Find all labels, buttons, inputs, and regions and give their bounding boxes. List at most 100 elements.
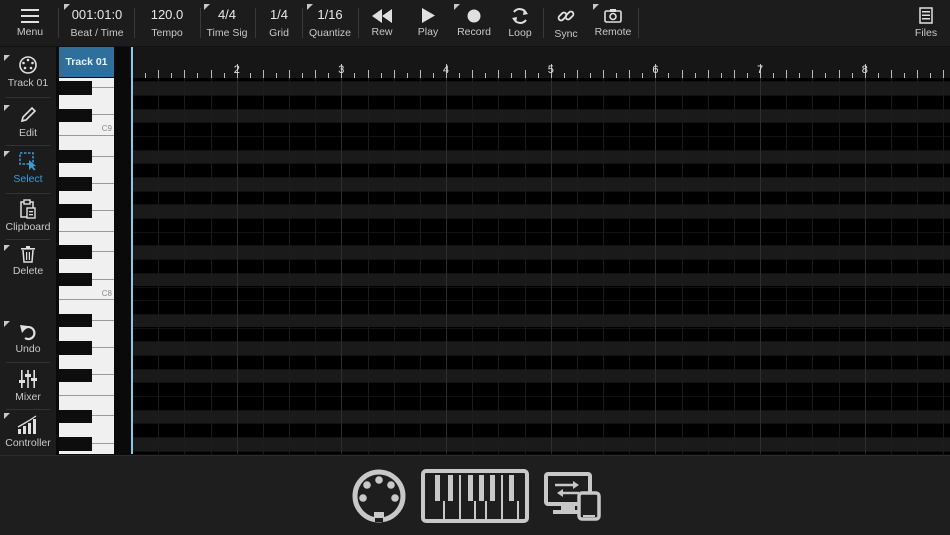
sidebar-item-select[interactable]: Select xyxy=(0,151,56,185)
top-toolbar: Menu 001:01:0 Beat / Time 120.0 Tempo 4/… xyxy=(0,0,950,47)
grid-beat-line xyxy=(315,78,317,454)
grid-row-line xyxy=(132,95,950,96)
black-key[interactable] xyxy=(59,313,92,328)
menu-button[interactable]: Menu xyxy=(4,0,56,46)
playhead[interactable] xyxy=(131,47,133,454)
grid-beat-line xyxy=(446,78,447,454)
remote-label: Remote xyxy=(594,26,632,38)
ruler-tick xyxy=(917,70,918,78)
undo-icon xyxy=(20,325,36,341)
sidebar-item-label: Clipboard xyxy=(5,221,51,233)
sidebar-item-track[interactable]: Track 01 xyxy=(0,55,56,89)
rewind-icon xyxy=(372,8,392,23)
sidebar-item-label: Mixer xyxy=(15,391,41,403)
tempo-display[interactable]: 120.0 Tempo xyxy=(138,0,196,46)
files-label: Files xyxy=(914,27,938,39)
black-key[interactable] xyxy=(59,149,92,164)
black-key[interactable] xyxy=(59,81,92,95)
sidebar-item-edit[interactable]: Edit xyxy=(0,105,56,139)
quantize-display[interactable]: 1/16 Quantize xyxy=(305,0,355,46)
loop-button[interactable]: Loop xyxy=(500,0,540,46)
sync-button[interactable]: Sync xyxy=(546,0,586,46)
device-sync-icon xyxy=(544,471,601,521)
grid-beat-line xyxy=(917,78,918,454)
sidebar-item-delete[interactable]: Delete xyxy=(0,245,56,277)
grid-row-line xyxy=(132,245,950,247)
position-label: Beat / Time xyxy=(70,26,124,39)
grid-row-line xyxy=(132,259,950,261)
camera-icon xyxy=(604,9,622,23)
grid-row-line xyxy=(132,190,950,192)
grid-row xyxy=(132,108,950,123)
grid-beat-line xyxy=(760,78,761,454)
piano-keyboard-button[interactable] xyxy=(420,456,530,535)
ruler-tick xyxy=(184,70,186,78)
grid-row-line xyxy=(132,218,950,220)
black-key[interactable] xyxy=(59,245,92,260)
ruler-tick xyxy=(786,70,788,78)
play-button[interactable]: Play xyxy=(408,0,448,46)
sidebar-item-controller[interactable]: Controller xyxy=(0,413,56,449)
rewind-button[interactable]: Rew xyxy=(362,0,402,46)
black-key[interactable] xyxy=(59,409,92,424)
device-sync-button[interactable] xyxy=(542,456,602,535)
grid-row xyxy=(132,81,950,95)
grid-row xyxy=(132,341,950,355)
grid-row-line xyxy=(132,163,950,165)
black-key[interactable] xyxy=(59,204,92,219)
black-key[interactable] xyxy=(59,437,92,451)
black-key[interactable] xyxy=(59,272,92,287)
ruler-tick xyxy=(576,70,578,78)
time-sig-display[interactable]: 4/4 Time Sig xyxy=(202,0,252,46)
grid-beat-line xyxy=(367,78,369,454)
link-icon xyxy=(557,10,575,21)
dial-icon xyxy=(19,56,37,74)
grid-row-line xyxy=(132,122,950,124)
midi-port-button[interactable] xyxy=(350,456,408,535)
grid-row-line xyxy=(132,450,950,452)
time-sig-label: Time Sig xyxy=(206,26,248,39)
beat-time-display[interactable]: 001:01:0 Beat / Time xyxy=(62,0,132,46)
sidebar-item-mixer[interactable]: Mixer xyxy=(0,369,56,403)
ruler-bar-number: 2 xyxy=(233,64,240,76)
grid-row xyxy=(132,149,950,164)
grid-beat-line xyxy=(472,78,474,454)
grid-beat-line xyxy=(289,78,290,454)
record-button[interactable]: Record xyxy=(452,0,496,46)
sidebar-item-undo[interactable]: Undo xyxy=(0,321,56,355)
grid-row xyxy=(132,437,950,451)
sync-label: Sync xyxy=(554,27,578,40)
timeline-ruler[interactable]: 2 3 4 5 6 7 8 xyxy=(130,47,950,78)
remote-button[interactable]: Remote xyxy=(591,0,635,46)
piano-keyboard[interactable]: C9 C8 xyxy=(59,78,114,454)
track-tab-label: Track 01 xyxy=(65,56,108,68)
track-tab[interactable]: Track 01 xyxy=(59,47,114,77)
hamburger-icon xyxy=(21,8,39,23)
grid-beat-line xyxy=(629,78,631,454)
files-button[interactable]: Files xyxy=(906,0,946,46)
grid-row-line xyxy=(132,286,950,288)
ruler-tick xyxy=(210,70,212,78)
ruler-tick xyxy=(603,70,604,78)
grid-row xyxy=(132,409,950,424)
ruler-tick xyxy=(262,70,264,78)
black-key[interactable] xyxy=(59,368,92,383)
sidebar-item-clipboard[interactable]: Clipboard xyxy=(0,199,56,233)
ruler-tick xyxy=(812,70,814,78)
grid-label: Grid xyxy=(269,26,289,39)
black-key[interactable] xyxy=(59,341,92,355)
ruler-tick xyxy=(681,70,683,78)
grid-row-line xyxy=(132,395,950,397)
grid-row-line xyxy=(132,409,950,411)
mixer-icon xyxy=(19,370,37,388)
grid-row-line xyxy=(132,313,950,315)
grid-display[interactable]: 1/4 Grid xyxy=(258,0,300,46)
grid-beat-line xyxy=(393,78,395,454)
sidebar: Track 01 Edit Select Clipboard Delete Un… xyxy=(0,47,56,455)
black-key[interactable] xyxy=(59,177,92,191)
loop-icon xyxy=(512,7,528,24)
ruler-tick xyxy=(498,70,500,78)
piano-roll-grid[interactable] xyxy=(132,78,950,454)
ruler-tick xyxy=(733,70,735,78)
black-key[interactable] xyxy=(59,108,92,123)
